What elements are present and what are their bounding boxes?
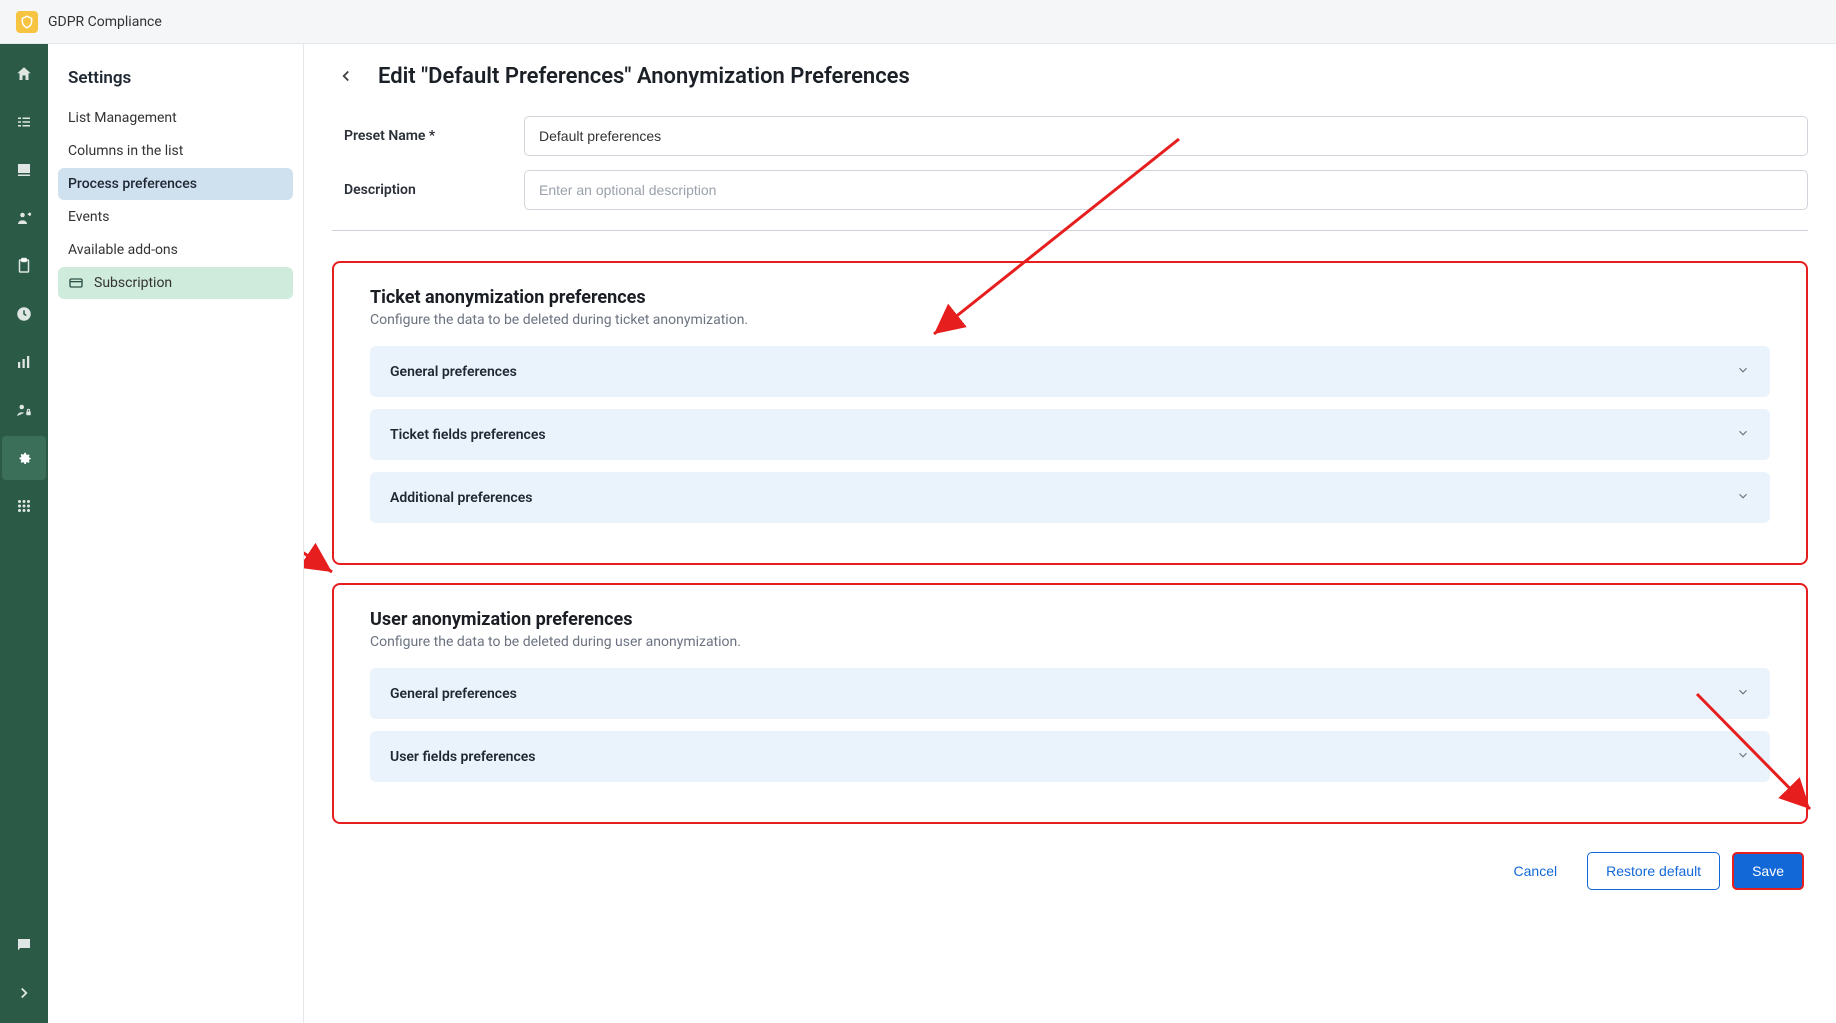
chart-icon[interactable] bbox=[2, 340, 46, 384]
chevron-left-icon bbox=[337, 67, 355, 85]
accordion-ticket-fields-prefs[interactable]: Ticket fields preferences bbox=[370, 409, 1770, 460]
chevron-down-icon bbox=[1736, 684, 1750, 703]
description-input[interactable] bbox=[524, 170, 1808, 210]
chat-icon[interactable] bbox=[2, 923, 46, 967]
accordion-label: User fields preferences bbox=[390, 749, 536, 765]
user-prefs-subtitle: Configure the data to be deleted during … bbox=[370, 634, 1770, 650]
list-icon[interactable] bbox=[2, 100, 46, 144]
accordion-label: Ticket fields preferences bbox=[390, 427, 546, 443]
accordion-additional-prefs[interactable]: Additional preferences bbox=[370, 472, 1770, 523]
user-arrow-icon[interactable] bbox=[2, 196, 46, 240]
sidebar-item-events[interactable]: Events bbox=[58, 201, 293, 233]
footer-actions: Cancel Restore default Save bbox=[332, 842, 1808, 894]
clipboard-icon[interactable] bbox=[2, 244, 46, 288]
cancel-button[interactable]: Cancel bbox=[1496, 852, 1576, 890]
restore-default-button[interactable]: Restore default bbox=[1587, 852, 1720, 890]
apps-icon[interactable] bbox=[2, 484, 46, 528]
sidebar-item-label: Subscription bbox=[94, 275, 172, 291]
accordion-label: General preferences bbox=[390, 364, 517, 380]
user-prefs-title: User anonymization preferences bbox=[370, 609, 1770, 630]
chevron-down-icon bbox=[1736, 488, 1750, 507]
chevron-down-icon bbox=[1736, 747, 1750, 766]
tray-icon[interactable] bbox=[2, 148, 46, 192]
sidebar-item-columns[interactable]: Columns in the list bbox=[58, 135, 293, 167]
sidebar-item-list-management[interactable]: List Management bbox=[58, 102, 293, 134]
settings-sidebar: Settings List Management Columns in the … bbox=[48, 44, 304, 1023]
divider bbox=[332, 230, 1808, 231]
topbar: GDPR Compliance bbox=[0, 0, 1836, 44]
accordion-general-prefs-user[interactable]: General preferences bbox=[370, 668, 1770, 719]
accordion-label: General preferences bbox=[390, 686, 517, 702]
home-icon[interactable] bbox=[2, 52, 46, 96]
expand-icon[interactable] bbox=[2, 971, 46, 1015]
user-anonymization-section: User anonymization preferences Configure… bbox=[332, 583, 1808, 824]
description-label: Description bbox=[332, 182, 524, 198]
chevron-down-icon bbox=[1736, 425, 1750, 444]
main-content: Edit "Default Preferences" Anonymization… bbox=[304, 44, 1836, 1023]
gear-icon[interactable] bbox=[2, 436, 46, 480]
clock-icon[interactable] bbox=[2, 292, 46, 336]
page-title: Edit "Default Preferences" Anonymization… bbox=[378, 64, 910, 89]
back-button[interactable] bbox=[332, 62, 360, 90]
sidebar-item-addons[interactable]: Available add-ons bbox=[58, 234, 293, 266]
accordion-general-prefs-ticket[interactable]: General preferences bbox=[370, 346, 1770, 397]
preset-name-label: Preset Name * bbox=[332, 128, 524, 144]
app-title: GDPR Compliance bbox=[48, 14, 162, 30]
user-lock-icon[interactable] bbox=[2, 388, 46, 432]
accordion-label: Additional preferences bbox=[390, 490, 532, 506]
nav-rail bbox=[0, 44, 48, 1023]
ticket-anonymization-section: Ticket anonymization preferences Configu… bbox=[332, 261, 1808, 565]
preset-name-input[interactable] bbox=[524, 116, 1808, 156]
sidebar-item-subscription[interactable]: Subscription bbox=[58, 267, 293, 299]
ticket-prefs-title: Ticket anonymization preferences bbox=[370, 287, 1770, 308]
accordion-user-fields-prefs[interactable]: User fields preferences bbox=[370, 731, 1770, 782]
chevron-down-icon bbox=[1736, 362, 1750, 381]
sidebar-item-process-preferences[interactable]: Process preferences bbox=[58, 168, 293, 200]
ticket-prefs-subtitle: Configure the data to be deleted during … bbox=[370, 312, 1770, 328]
card-icon bbox=[68, 275, 84, 291]
app-logo-icon bbox=[16, 11, 38, 33]
settings-heading: Settings bbox=[58, 64, 293, 102]
save-button[interactable]: Save bbox=[1732, 852, 1804, 890]
